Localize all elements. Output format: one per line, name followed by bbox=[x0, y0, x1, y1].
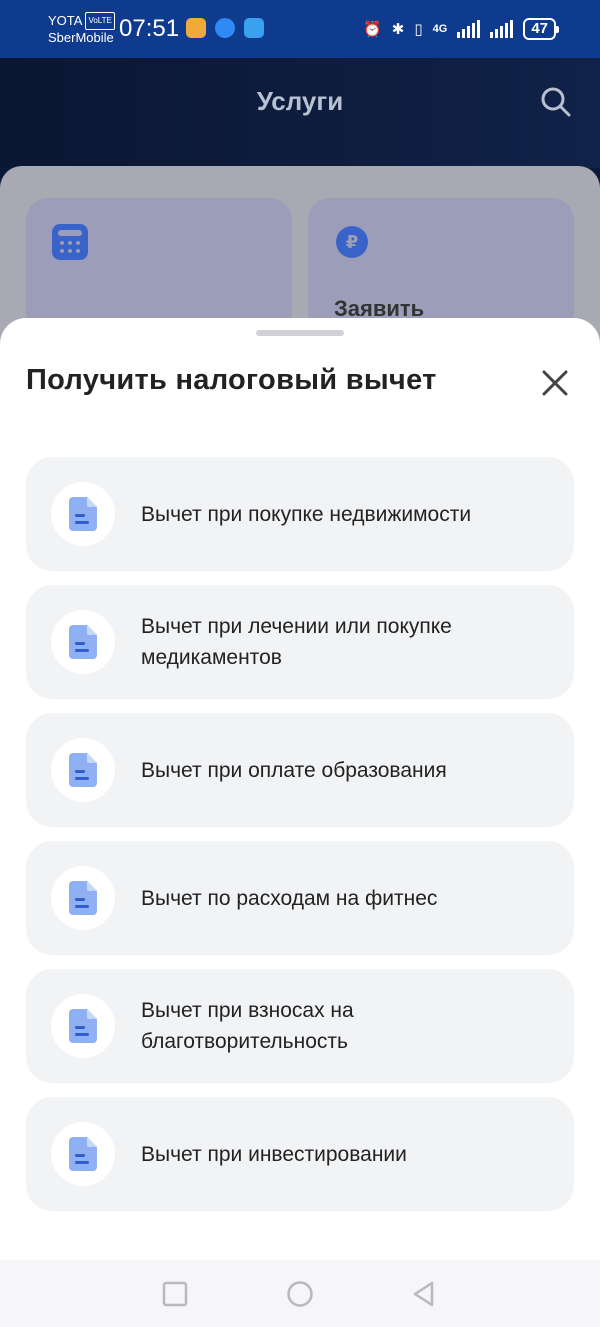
svg-text:₽: ₽ bbox=[346, 232, 359, 253]
tax-deduction-sheet: Получить налоговый вычет Вычет при покуп… bbox=[0, 318, 600, 1260]
search-icon[interactable] bbox=[540, 86, 572, 118]
chat-app-icon bbox=[244, 18, 264, 38]
deduction-item-medical[interactable]: Вычет при лечении или покупке медикамент… bbox=[26, 585, 574, 699]
bluetooth-icon: ✱ bbox=[391, 21, 405, 38]
document-icon-container bbox=[51, 866, 115, 930]
document-icon-container bbox=[51, 994, 115, 1058]
deduction-item-fitness[interactable]: Вычет по расходам на фитнес bbox=[26, 841, 574, 955]
close-icon[interactable] bbox=[536, 364, 574, 402]
back-icon[interactable] bbox=[410, 1280, 438, 1308]
calculator-icon bbox=[52, 224, 88, 260]
status-indicators: ⏰ ✱ ▯ 4G 47 bbox=[363, 16, 559, 42]
signal-2-icon bbox=[490, 20, 514, 38]
deduction-item-label: Вычет по расходам на фитнес bbox=[141, 886, 438, 910]
document-icon-container bbox=[51, 610, 115, 674]
document-icon bbox=[69, 497, 97, 531]
battery-indicator: 47 bbox=[523, 18, 559, 40]
sheet-title: Получить налоговый вычет bbox=[26, 364, 437, 396]
carrier-bottom: SberMobile bbox=[48, 30, 114, 45]
deduction-item-label: Вычет при покупке недвижимости bbox=[141, 502, 472, 526]
network-type: 4G bbox=[432, 23, 448, 35]
volte-badge: VoLTE bbox=[85, 12, 115, 30]
document-icon bbox=[69, 1137, 97, 1171]
deduction-item-investment[interactable]: Вычет при инвестировании bbox=[26, 1097, 574, 1211]
document-icon bbox=[69, 753, 97, 787]
deduction-item-charity[interactable]: Вычет при взносах на благотворительность bbox=[26, 969, 574, 1083]
sheet-grabber[interactable] bbox=[256, 330, 344, 336]
header-title: Услуги bbox=[256, 86, 344, 116]
app-header: Услуги bbox=[0, 58, 600, 168]
deduction-item-real-estate[interactable]: Вычет при покупке недвижимости bbox=[26, 457, 574, 571]
mail-app-icon bbox=[186, 18, 206, 38]
document-icon-container bbox=[51, 482, 115, 546]
document-icon-container bbox=[51, 738, 115, 802]
messages-app-icon bbox=[215, 18, 235, 38]
home-icon[interactable] bbox=[286, 1280, 314, 1308]
deduction-item-label: Вычет при инвестировании bbox=[141, 1142, 407, 1166]
document-icon bbox=[69, 1009, 97, 1043]
document-icon bbox=[69, 881, 97, 915]
ruble-icon: ₽ bbox=[336, 226, 368, 258]
recents-icon[interactable] bbox=[161, 1280, 189, 1308]
vibrate-icon: ▯ bbox=[414, 21, 423, 38]
carrier-info: YOTA VoLTE SberMobile bbox=[48, 12, 115, 46]
carrier-top: YOTA bbox=[48, 13, 83, 28]
deduction-item-label: Вычет при взносах на благотворительность bbox=[141, 999, 354, 1053]
document-icon bbox=[69, 625, 97, 659]
system-navigation-bar bbox=[0, 1260, 600, 1327]
signal-icon bbox=[457, 20, 481, 38]
deduction-item-education[interactable]: Вычет при оплате образования bbox=[26, 713, 574, 827]
alarm-icon: ⏰ bbox=[363, 21, 382, 38]
deduction-item-label: Вычет при оплате образования bbox=[141, 758, 447, 782]
deduction-list: Вычет при покупке недвижимости Вычет при… bbox=[26, 457, 574, 1225]
deduction-item-label: Вычет при лечении или покупке медикамент… bbox=[141, 615, 452, 669]
status-time: 07:51 bbox=[119, 15, 180, 42]
status-bar: YOTA VoLTE SberMobile 07:51 ⏰ ✱ ▯ 4G 47 bbox=[0, 0, 600, 58]
document-icon-container bbox=[51, 1122, 115, 1186]
